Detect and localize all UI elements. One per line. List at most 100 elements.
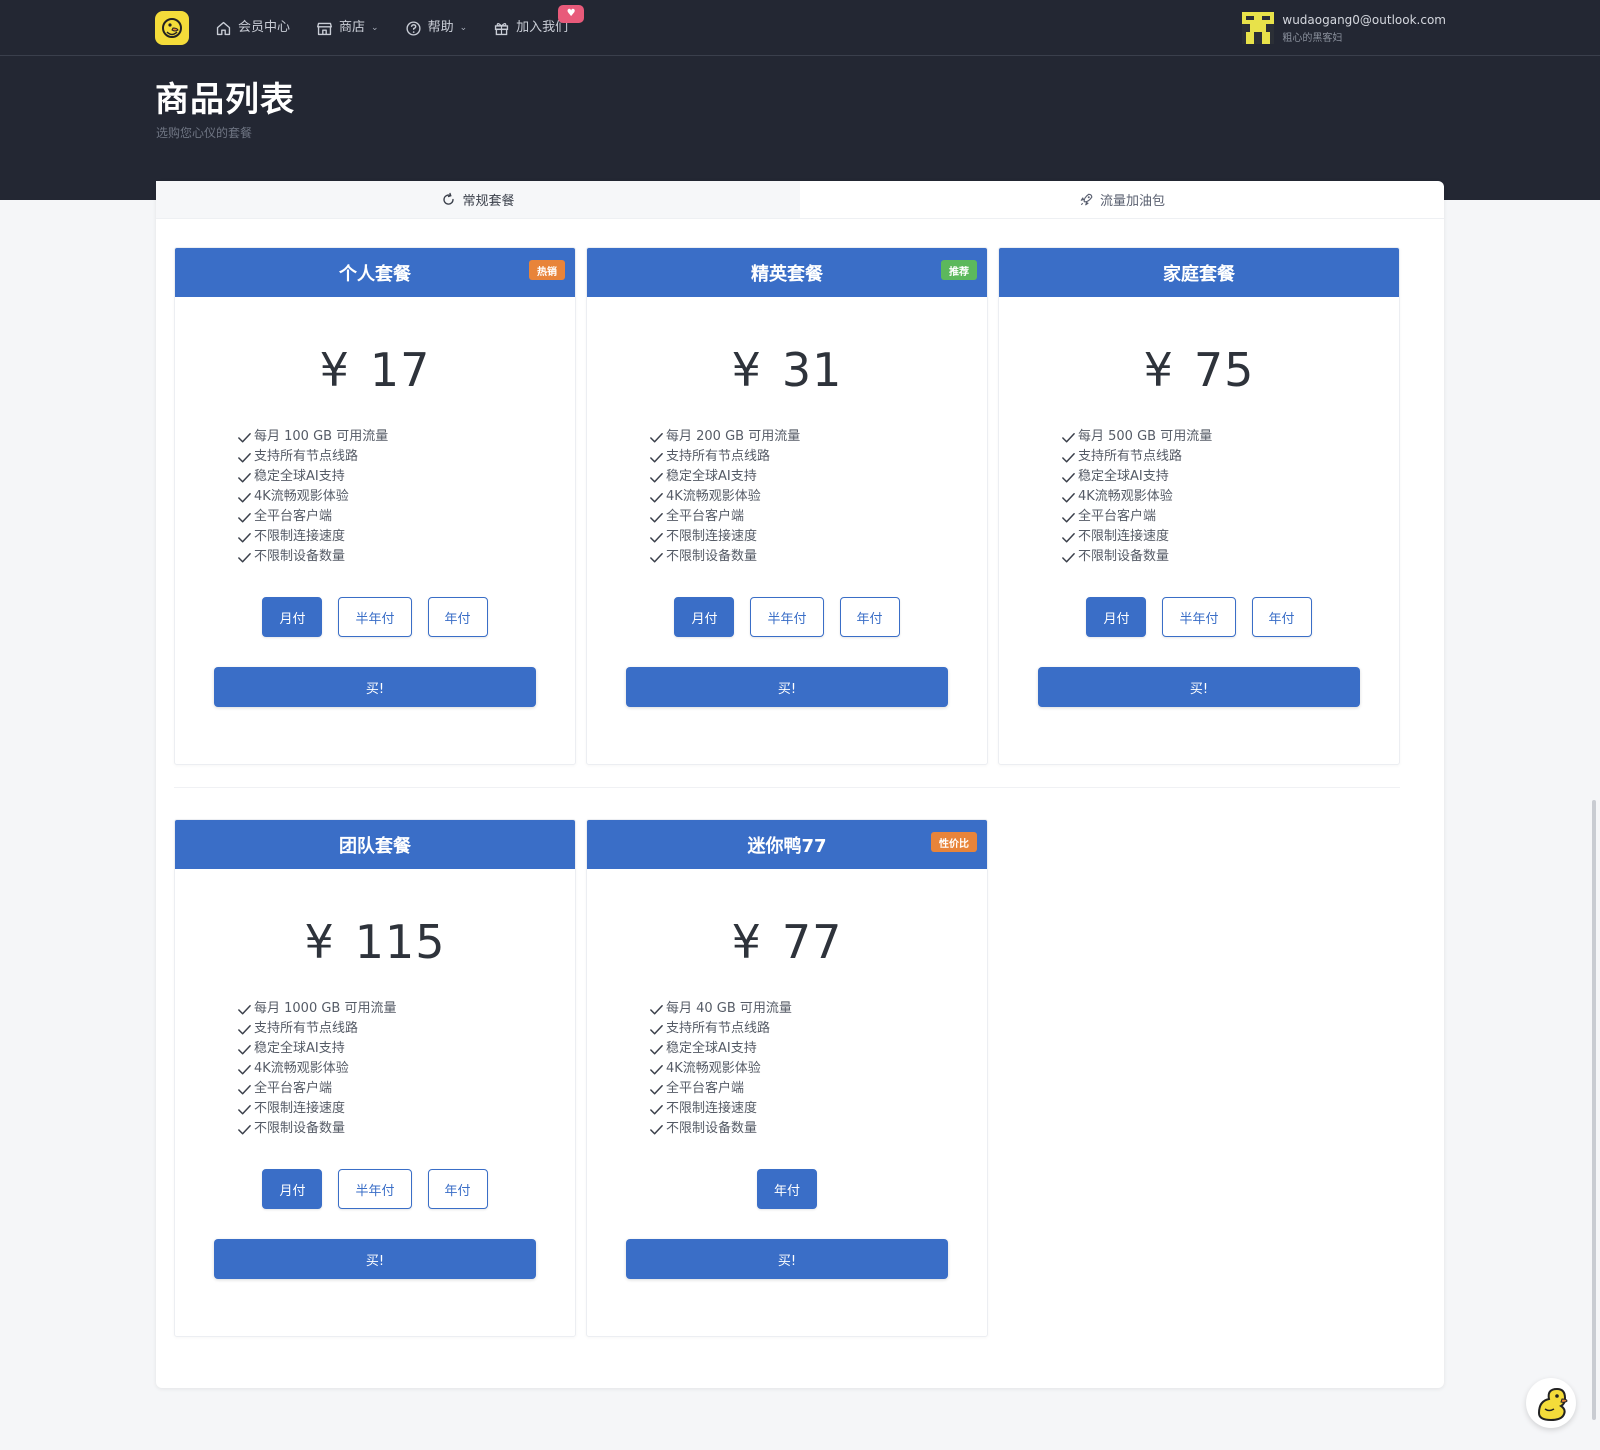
help-icon bbox=[405, 20, 422, 37]
tab-regular-plans[interactable]: 常规套餐 bbox=[156, 181, 800, 218]
feature-item: 支持所有节点线路 bbox=[649, 1019, 987, 1039]
duck-logo-icon[interactable] bbox=[155, 11, 189, 45]
feature-item: 稳定全球AI支持 bbox=[237, 1039, 575, 1059]
plan-card-header: 家庭套餐 bbox=[999, 248, 1399, 297]
check-icon bbox=[1061, 530, 1076, 545]
check-icon bbox=[237, 1042, 252, 1057]
buy-button[interactable]: 买! bbox=[214, 1239, 536, 1279]
feature-item: 不限制设备数量 bbox=[649, 547, 987, 567]
tab-traffic-addons[interactable]: 流量加油包 bbox=[800, 181, 1444, 218]
currency-symbol: ¥ bbox=[304, 915, 335, 969]
billing-period-button[interactable]: 年付 bbox=[1251, 597, 1312, 637]
check-icon bbox=[649, 1022, 664, 1037]
check-icon bbox=[237, 1122, 252, 1137]
feature-item: 不限制设备数量 bbox=[1061, 547, 1399, 567]
feature-item: 4K流畅观影体验 bbox=[1061, 487, 1399, 507]
gift-icon bbox=[493, 20, 510, 37]
nav-item-help[interactable]: 帮助 ⌄ bbox=[405, 15, 467, 41]
check-icon bbox=[649, 1002, 664, 1017]
buy-button[interactable]: 买! bbox=[1038, 667, 1360, 707]
billing-period-button[interactable]: 半年付 bbox=[338, 597, 412, 637]
check-icon bbox=[649, 550, 664, 565]
plan-card: 家庭套餐 ¥75 每月 500 GB 可用流量 支持所有节点线路 稳定全球AI支持 4K流… bbox=[998, 247, 1400, 765]
billing-period-button[interactable]: 半年付 bbox=[1162, 597, 1236, 637]
check-icon bbox=[1061, 490, 1076, 505]
plan-price: ¥75 bbox=[999, 343, 1399, 397]
feature-text: 每月 100 GB 可用流量 bbox=[254, 429, 389, 444]
feature-text: 全平台客户端 bbox=[254, 509, 333, 524]
check-icon bbox=[649, 490, 664, 505]
billing-period-button[interactable]: 年付 bbox=[839, 597, 900, 637]
plan-price: ¥77 bbox=[587, 915, 987, 969]
feature-item: 每月 200 GB 可用流量 bbox=[649, 427, 987, 447]
feature-text: 不限制设备数量 bbox=[254, 549, 346, 564]
main-nav: 会员中心 商店 ⌄ 帮助 ⌄ 加入我们 ♥ bbox=[215, 5, 585, 41]
feature-text: 支持所有节点线路 bbox=[666, 1021, 771, 1036]
feature-text: 每月 1000 GB 可用流量 bbox=[254, 1001, 397, 1016]
check-icon bbox=[237, 1022, 252, 1037]
user-menu[interactable]: wudaogang0@outlook.com 粗心的黑客妇 bbox=[1242, 12, 1446, 44]
plan-card-header: 个人套餐 热销 bbox=[175, 248, 575, 297]
page-subtitle: 选购您心仪的套餐 bbox=[156, 126, 253, 140]
feature-text: 不限制设备数量 bbox=[1078, 549, 1170, 564]
plan-price: ¥31 bbox=[587, 343, 987, 397]
check-icon bbox=[1061, 470, 1076, 485]
buy-button[interactable]: 买! bbox=[214, 667, 536, 707]
plan-card-header: 迷你鸭77 性价比 bbox=[587, 820, 987, 869]
feature-list: 每月 1000 GB 可用流量 支持所有节点线路 稳定全球AI支持 4K流畅观影体验全… bbox=[237, 999, 575, 1139]
buy-button[interactable]: 买! bbox=[626, 667, 948, 707]
feature-item: 每月 40 GB 可用流量 bbox=[649, 999, 987, 1019]
feature-item: 不限制连接速度 bbox=[1061, 527, 1399, 547]
nav-item-label: 会员中心 bbox=[238, 20, 291, 35]
billing-period-button[interactable]: 年付 bbox=[756, 1169, 817, 1209]
feature-item: 4K流畅观影体验 bbox=[237, 1059, 575, 1079]
plan-name: 迷你鸭77 bbox=[747, 835, 827, 857]
plan-name: 精英套餐 bbox=[751, 263, 823, 285]
feature-text: 4K流畅观影体验 bbox=[254, 1061, 349, 1076]
feature-text: 稳定全球AI支持 bbox=[666, 469, 757, 484]
billing-period-button[interactable]: 半年付 bbox=[338, 1169, 412, 1209]
feature-item: 支持所有节点线路 bbox=[237, 1019, 575, 1039]
feature-text: 稳定全球AI支持 bbox=[1078, 469, 1169, 484]
billing-period-button[interactable]: 月付 bbox=[674, 597, 735, 637]
currency-symbol: ¥ bbox=[1143, 343, 1174, 397]
feature-item: 稳定全球AI支持 bbox=[649, 467, 987, 487]
page-title: 商品列表 bbox=[155, 80, 295, 120]
billing-period-button[interactable]: 月付 bbox=[262, 597, 323, 637]
chat-mascot-button[interactable] bbox=[1526, 1378, 1576, 1428]
check-icon bbox=[237, 1002, 252, 1017]
feature-item: 支持所有节点线路 bbox=[649, 447, 987, 467]
feature-item: 稳定全球AI支持 bbox=[237, 467, 575, 487]
billing-period-button[interactable]: 月付 bbox=[1086, 597, 1147, 637]
feature-item: 全平台客户端 bbox=[649, 507, 987, 527]
nav-item-store[interactable]: 商店 ⌄ bbox=[316, 15, 379, 41]
feature-text: 全平台客户端 bbox=[1078, 509, 1157, 524]
nav-item-gift[interactable]: 加入我们 ♥ bbox=[493, 5, 585, 41]
feature-list: 每月 40 GB 可用流量 支持所有节点线路 稳定全球AI支持 4K流畅观影体验 全平台… bbox=[649, 999, 987, 1139]
feature-text: 支持所有节点线路 bbox=[1078, 449, 1183, 464]
billing-period-group: 年付 bbox=[587, 1169, 987, 1209]
user-subtitle: 粗心的黑客妇 bbox=[1282, 32, 1343, 44]
plan-card: 迷你鸭77 性价比 ¥77 每月 40 GB 可用流量 支持所有节点线路 稳定全球AI支持… bbox=[586, 819, 988, 1337]
page-scrollbar[interactable] bbox=[1592, 800, 1596, 1420]
feature-text: 4K流畅观影体验 bbox=[666, 1061, 761, 1076]
buy-button[interactable]: 买! bbox=[626, 1239, 948, 1279]
billing-period-group: 月付 半年付 年付 bbox=[587, 597, 987, 637]
billing-period-button[interactable]: 半年付 bbox=[750, 597, 824, 637]
feature-item: 全平台客户端 bbox=[1061, 507, 1399, 527]
plan-tag-badge: 热销 bbox=[529, 260, 565, 280]
billing-period-button[interactable]: 月付 bbox=[262, 1169, 323, 1209]
plan-price: ¥17 bbox=[175, 343, 575, 397]
feature-item: 每月 1000 GB 可用流量 bbox=[237, 999, 575, 1019]
refresh-icon bbox=[441, 192, 456, 207]
check-icon bbox=[237, 510, 252, 525]
billing-period-group: 月付 半年付 年付 bbox=[175, 597, 575, 637]
nav-item-home[interactable]: 会员中心 bbox=[215, 15, 290, 41]
feature-item: 不限制连接速度 bbox=[237, 1099, 575, 1119]
feature-text: 不限制设备数量 bbox=[666, 1121, 758, 1136]
billing-period-button[interactable]: 年付 bbox=[427, 1169, 488, 1209]
billing-period-button[interactable]: 年付 bbox=[427, 597, 488, 637]
feature-item: 支持所有节点线路 bbox=[1061, 447, 1399, 467]
currency-symbol: ¥ bbox=[731, 915, 762, 969]
feature-text: 全平台客户端 bbox=[666, 1081, 745, 1096]
